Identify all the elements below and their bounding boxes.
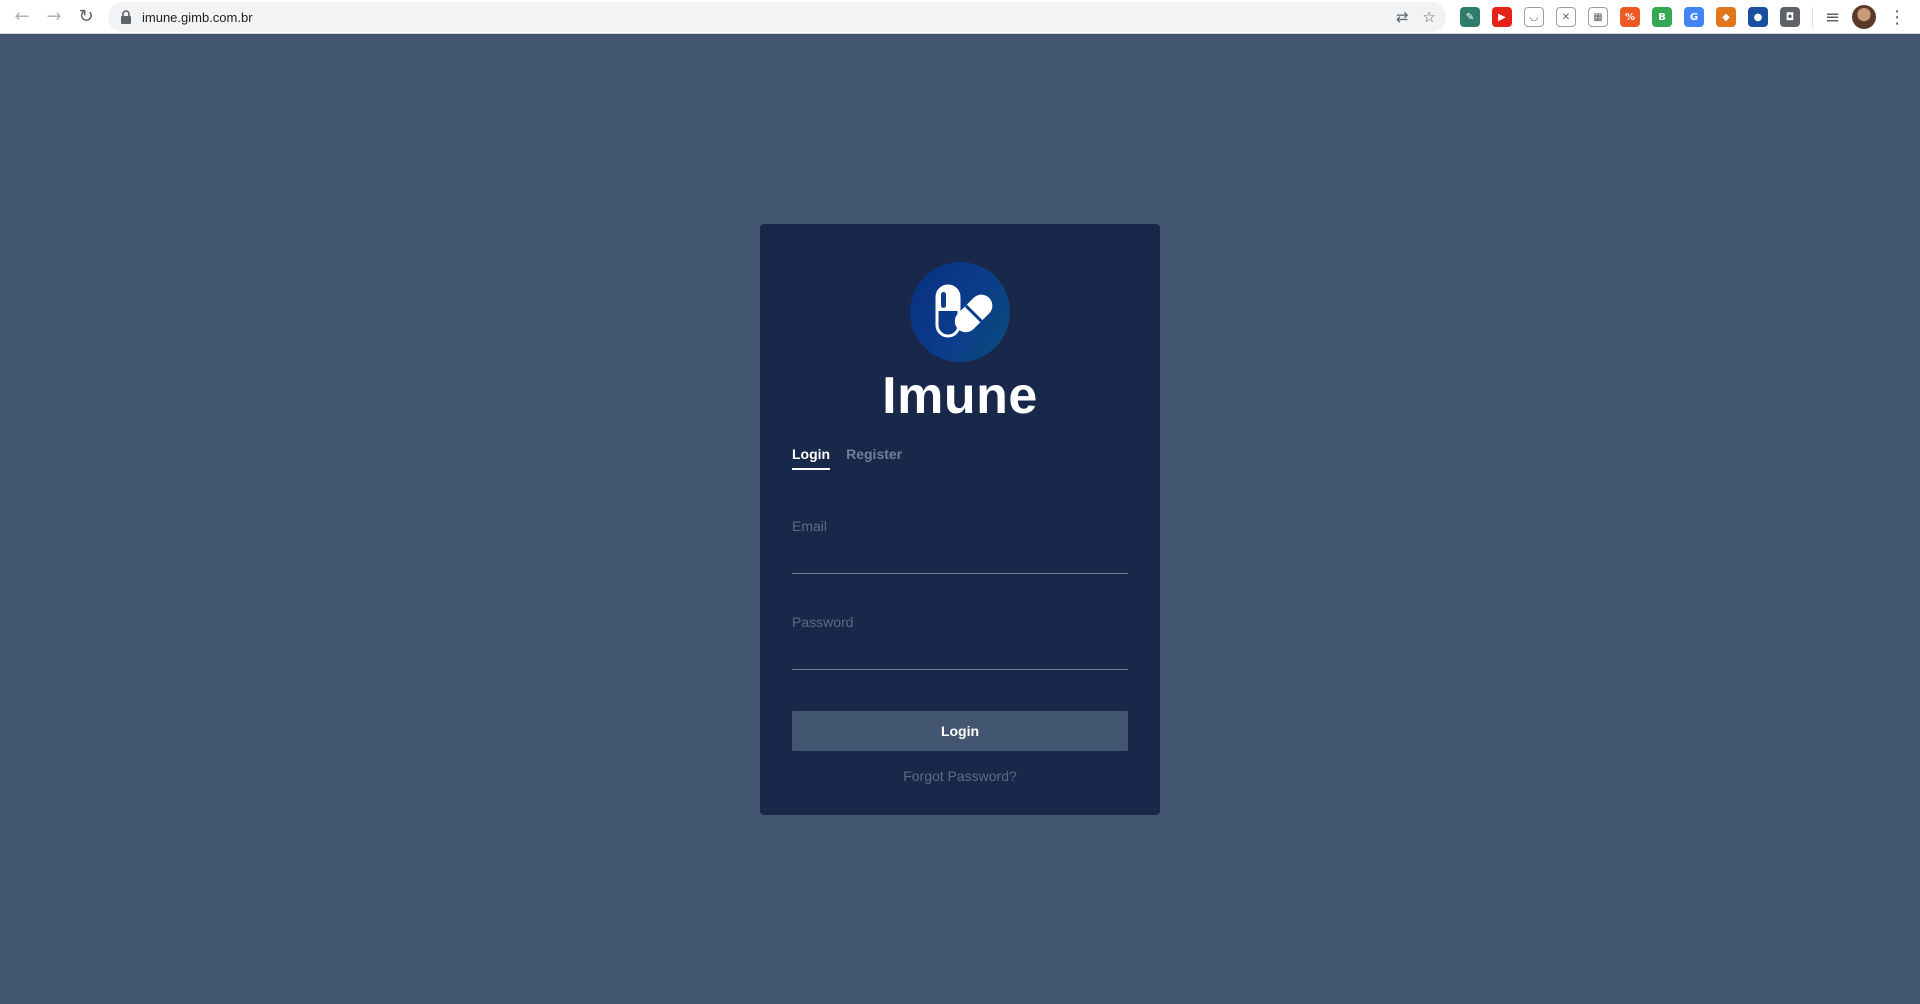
bookmark-star-icon[interactable]: ☆ [1423, 8, 1436, 26]
back-icon[interactable]: ← [8, 3, 36, 31]
email-field: Email [792, 518, 1128, 574]
extensions-bar: ✎ ▶ ◡ ✕ ▦% B G ◆ ● ◘ ≡ ⋮ [1460, 0, 1906, 34]
metamask-extension-icon[interactable]: ◆ [1716, 7, 1736, 27]
password-field: Password [792, 614, 1128, 670]
toolbar-separator [1812, 7, 1813, 27]
reading-list-icon[interactable]: ≡ [1825, 7, 1840, 28]
tab-register[interactable]: Register [846, 446, 902, 470]
url-text: imune.gimb.com.br [142, 9, 253, 25]
reload-icon[interactable]: ↻ [72, 3, 100, 31]
forgot-password-link[interactable]: Forgot Password? [760, 768, 1160, 784]
grid-extension-icon[interactable]: ▦ [1588, 7, 1608, 27]
profile-avatar[interactable] [1852, 5, 1877, 29]
password-input[interactable] [792, 634, 1128, 670]
email-input[interactable] [792, 538, 1128, 574]
lock-icon [121, 10, 131, 24]
pill-logo-icon [910, 262, 1010, 362]
auth-tabs: Login Register [792, 446, 902, 470]
forward-icon[interactable]: → [40, 3, 68, 31]
translate-icon[interactable]: ⇄ [1396, 8, 1409, 26]
browser-menu-icon[interactable]: ⋮ [1888, 7, 1906, 28]
address-bar[interactable]: imune.gimb.com.br ⇄ ☆ [108, 2, 1446, 32]
translate-extension-icon[interactable]: G [1684, 7, 1704, 27]
tools-extension-icon[interactable]: ✕ [1556, 7, 1576, 27]
login-button[interactable]: Login [792, 711, 1128, 751]
percent-extension-icon[interactable]: % [1620, 7, 1640, 27]
tab-login[interactable]: Login [792, 446, 831, 470]
app-title: Imune [882, 367, 1038, 425]
pocket-extension-icon[interactable]: ◡ [1524, 7, 1544, 27]
b-plus-extension-icon[interactable]: B [1652, 7, 1672, 27]
eyedropper-extension-icon[interactable]: ✎ [1460, 7, 1480, 27]
login-card: Imune Login Register Email Password Logi… [760, 224, 1160, 815]
email-label: Email [792, 518, 828, 534]
shield-extension-icon[interactable]: ◘ [1780, 7, 1800, 27]
youtube-extension-icon[interactable]: ▶ [1492, 7, 1512, 27]
password-label: Password [792, 614, 854, 630]
browser-toolbar: ← → ↻ imune.gimb.com.br ⇄ ☆ ✎ ▶ ◡ ✕ ▦% B G ◆ ● ◘ ≡… [0, 0, 1920, 34]
globe-extension-icon[interactable]: ● [1748, 7, 1768, 27]
